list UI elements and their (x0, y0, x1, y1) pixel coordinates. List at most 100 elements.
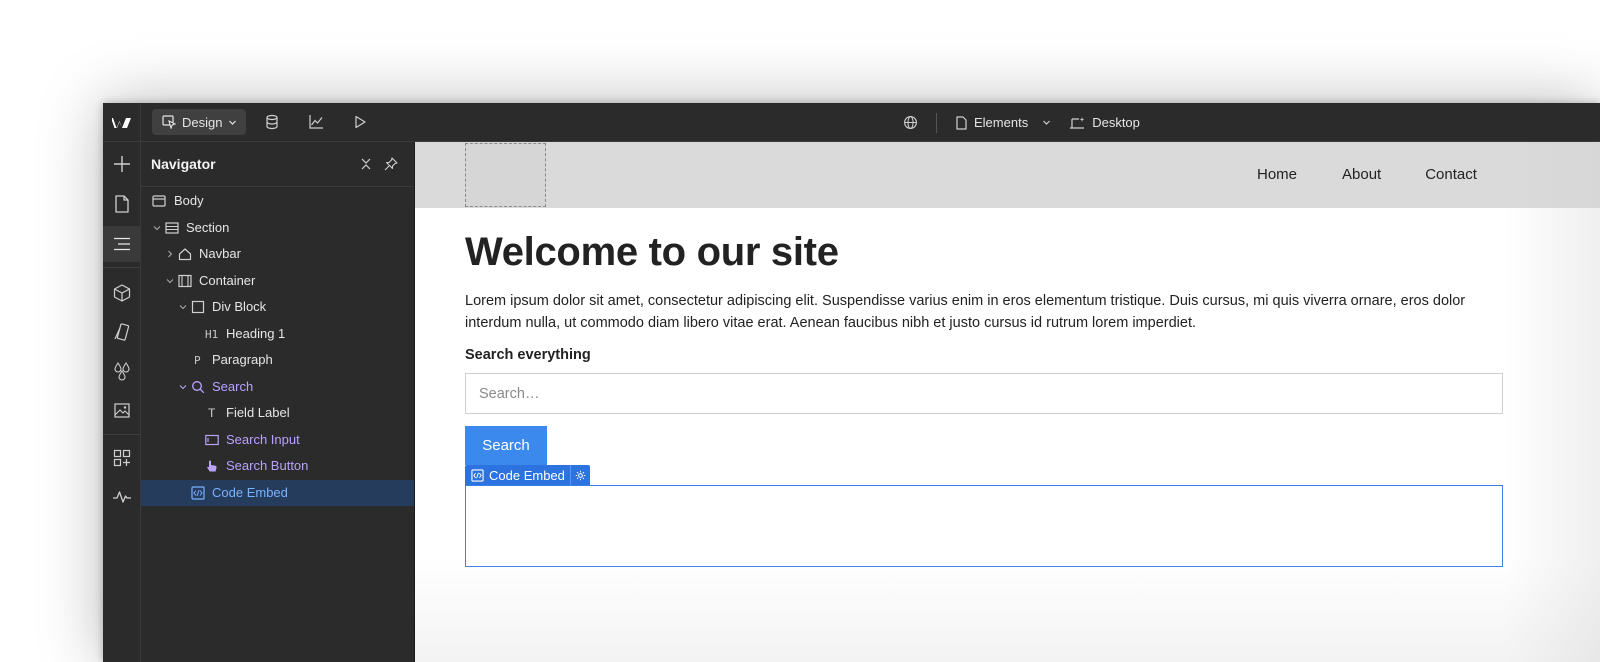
chevron-down-icon[interactable] (165, 276, 175, 286)
navigator-icon (113, 237, 130, 251)
audit-icon (112, 491, 131, 503)
webflow-logo[interactable] (103, 103, 141, 142)
add-icon (113, 156, 130, 172)
components-button[interactable] (103, 275, 140, 311)
pin-icon[interactable] (384, 157, 398, 171)
tree-item-label: Field Label (226, 405, 290, 420)
assets-icon (113, 403, 130, 418)
apps-button[interactable] (103, 440, 140, 476)
pages-button[interactable] (103, 186, 140, 222)
tree-item-search[interactable]: Search (141, 374, 414, 401)
navigator-tree: Body Section Navbar Container Div Block … (141, 187, 414, 506)
navbar-brand-placeholder[interactable] (465, 143, 546, 207)
navbar-icon (178, 248, 192, 261)
section-icon (165, 221, 179, 234)
chevron-down-icon (229, 120, 237, 125)
div-block-icon (191, 300, 205, 314)
tree-item-field-label[interactable]: T Field Label (141, 400, 414, 427)
page-paragraph[interactable]: Lorem ipsum dolor sit amet, consectetur … (465, 290, 1505, 334)
navigator-title: Navigator (151, 156, 216, 172)
body-icon (152, 195, 166, 207)
page-heading[interactable]: Welcome to our site (465, 230, 839, 275)
tree-item-section[interactable]: Section (141, 215, 414, 242)
design-canvas[interactable]: Home About Contact Welcome to our site L… (415, 142, 1600, 662)
variables-icon (113, 362, 130, 381)
tree-item-label: Search Input (226, 431, 300, 447)
audit-button[interactable] (103, 479, 140, 515)
navbar-links: Home About Contact (1257, 166, 1477, 183)
top-bar: Design Elements Desktop (103, 103, 1600, 142)
code-embed-tag-label[interactable]: Code Embed (465, 465, 570, 485)
topbar-divider (936, 112, 937, 133)
navigator-panel: Navigator Body Section Navbar Container … (141, 142, 415, 662)
tree-item-search-input[interactable]: Search Input (141, 427, 414, 454)
tree-item-code-embed[interactable]: Code Embed (141, 479, 414, 506)
code-embed-icon (471, 468, 484, 482)
paragraph-icon: P (194, 354, 201, 367)
design-mode-label: Design (182, 114, 223, 130)
nav-link-home[interactable]: Home (1257, 166, 1297, 183)
tree-item-navbar[interactable]: Navbar (141, 241, 414, 268)
page-selector[interactable]: Elements (955, 115, 1051, 130)
chevron-down-icon[interactable] (178, 302, 188, 312)
search-input[interactable] (465, 373, 1503, 414)
assets-button[interactable] (103, 392, 140, 428)
pointer-icon (207, 460, 217, 472)
tree-item-label: Paragraph (212, 352, 273, 367)
navigator-button[interactable] (103, 226, 140, 262)
style-selectors-button[interactable] (103, 314, 140, 350)
database-icon[interactable] (264, 114, 280, 130)
site-navbar[interactable]: Home About Contact (415, 142, 1600, 208)
topbar-center: Elements Desktop (903, 103, 1140, 142)
tree-item-label: Navbar (199, 246, 241, 261)
breakpoint-selector[interactable]: Desktop (1069, 115, 1140, 130)
search-field-label[interactable]: Search everything (465, 347, 591, 363)
play-icon[interactable] (352, 114, 368, 130)
collapse-all-icon[interactable] (359, 157, 373, 171)
nav-link-contact[interactable]: Contact (1425, 166, 1477, 183)
breakpoint-label: Desktop (1092, 115, 1140, 130)
nav-link-about[interactable]: About (1342, 166, 1381, 183)
design-cursor-icon (162, 115, 176, 129)
page-selector-label: Elements (974, 115, 1029, 130)
code-embed-selection-tag: Code Embed (465, 465, 590, 485)
tree-item-div-block[interactable]: Div Block (141, 294, 414, 321)
tree-item-label: Code Embed (212, 484, 288, 500)
apps-icon (113, 449, 130, 467)
chevron-down-icon[interactable] (152, 223, 162, 233)
navigator-header: Navigator (141, 142, 414, 187)
tree-item-label: Section (186, 219, 230, 235)
tree-item-search-button[interactable]: Search Button (141, 453, 414, 480)
pages-icon (114, 195, 129, 213)
element-settings-button[interactable] (569, 465, 590, 485)
chevron-down-icon (1043, 120, 1051, 125)
designer-window: Design Elements Desktop Navigator Body S… (103, 103, 1600, 662)
tree-item-label: Div Block (212, 299, 267, 314)
tree-item-label: Search (212, 378, 254, 394)
globe-icon[interactable] (903, 115, 918, 130)
design-mode-button[interactable]: Design (152, 109, 246, 135)
input-icon (205, 434, 219, 445)
search-button[interactable]: Search (465, 426, 547, 465)
style-selectors-icon (113, 323, 129, 341)
chart-icon[interactable] (308, 114, 324, 130)
tree-item-label: Search Button (226, 458, 309, 473)
tree-item-heading-1[interactable]: H1 Heading 1 (141, 321, 414, 348)
variables-button[interactable] (103, 353, 140, 389)
left-icon-rail (103, 142, 141, 662)
page-icon (956, 115, 967, 130)
chevron-down-icon[interactable] (178, 382, 188, 392)
tree-item-body[interactable]: Body (141, 188, 414, 215)
code-embed-tag-text: Code Embed (489, 467, 565, 483)
chevron-right-icon[interactable] (165, 249, 175, 259)
add-elements-button[interactable] (103, 146, 140, 182)
text-icon: T (208, 406, 216, 420)
rail-divider (103, 267, 140, 268)
tree-item-container[interactable]: Container (141, 268, 414, 295)
code-embed-element[interactable] (465, 485, 1503, 567)
gear-icon (575, 470, 586, 480)
rail-divider (103, 434, 140, 435)
tree-item-paragraph[interactable]: P Paragraph (141, 347, 414, 374)
code-embed-icon (191, 485, 205, 500)
heading-icon: H1 (205, 327, 219, 341)
